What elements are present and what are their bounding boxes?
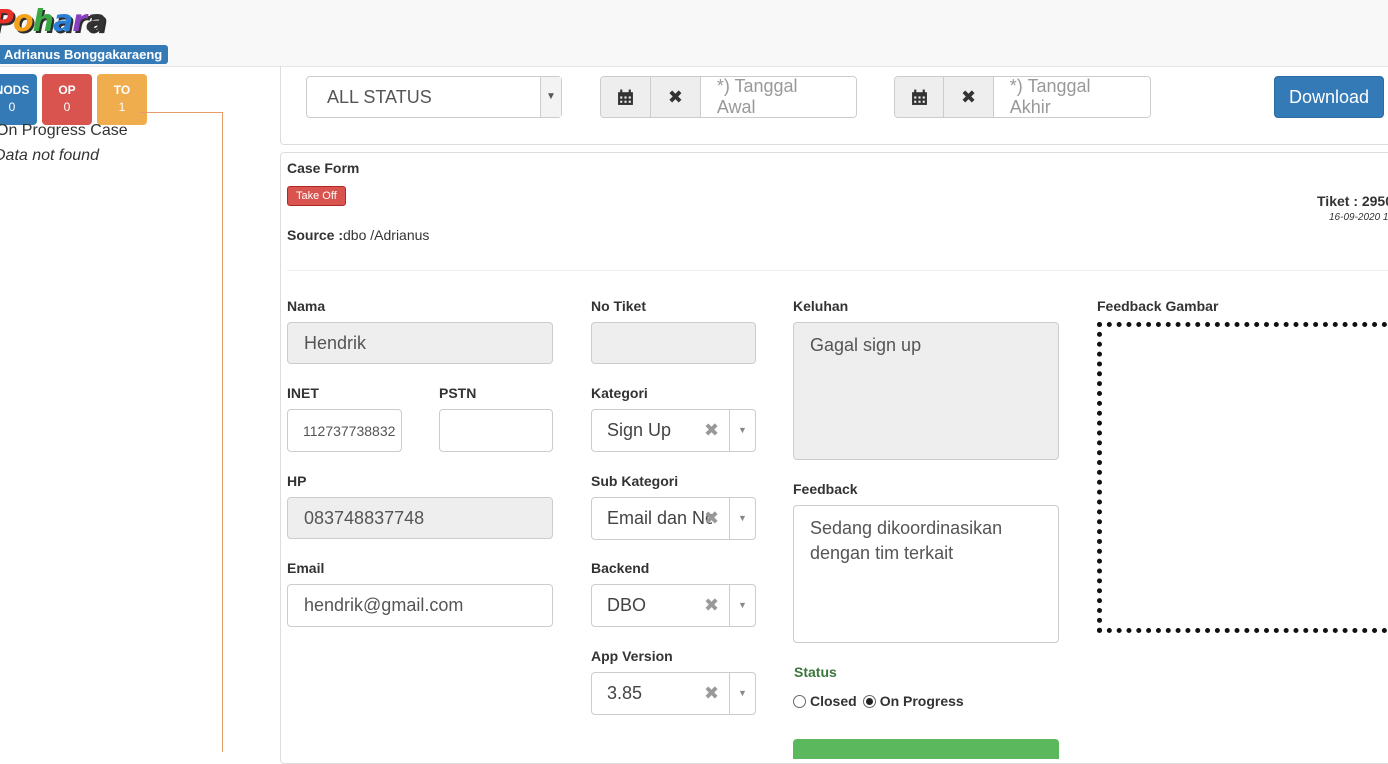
user-badge[interactable]: Adrianus Bonggakaraeng [0, 45, 169, 64]
app-logo[interactable]: Pohara [0, 4, 106, 39]
email-label: Email [287, 560, 325, 576]
sidebar-empty-message: Data not found [0, 147, 99, 164]
email-field[interactable]: hendrik@gmail.com [287, 584, 553, 627]
nama-field[interactable]: Hendrik [287, 322, 553, 364]
feedback-label: Feedback [793, 481, 858, 497]
chevron-down-icon[interactable]: ▼ [729, 498, 755, 539]
status-closed-label[interactable]: Closed [810, 693, 857, 709]
stat-to-label: TO [113, 83, 131, 97]
status-filter-select[interactable]: ALL STATUS ▼ [306, 76, 562, 118]
stat-nods-value: 0 [8, 100, 16, 114]
app-version-select[interactable]: 3.85 ✖ ▼ [591, 672, 756, 715]
stat-nods-label: NODS [0, 83, 30, 97]
no-tiket-field[interactable] [591, 322, 756, 364]
stat-op[interactable]: OP 0 [42, 74, 92, 125]
nama-label: Nama [287, 298, 326, 314]
ticket-number: Tiket : 2950 [1317, 193, 1388, 209]
hp-label: HP [287, 473, 307, 489]
status-on-progress-label[interactable]: On Progress [880, 693, 964, 709]
status-filter-value: ALL STATUS [327, 87, 432, 107]
feedback-image-dropzone[interactable] [1097, 322, 1388, 633]
feedback-gambar-label: Feedback Gambar [1097, 298, 1219, 314]
app-version-label: App Version [591, 648, 673, 664]
kategori-value: Sign Up [607, 420, 672, 440]
status-label: Status [794, 664, 837, 680]
source-label: Source : [287, 227, 344, 243]
sub-kategori-value: Email dan No HP [607, 508, 712, 528]
case-form-title: Case Form [287, 160, 360, 176]
source-info: Source :dbo /Adrianus [287, 227, 429, 243]
end-date-group: ✖ *) Tanggal Akhir [894, 76, 1151, 118]
stat-op-label: OP [58, 83, 76, 97]
stat-to[interactable]: TO 1 [97, 74, 147, 125]
stat-op-value: 0 [63, 100, 71, 114]
clear-icon[interactable]: ✖ [704, 595, 719, 616]
no-tiket-label: No Tiket [591, 298, 646, 314]
keluhan-label: Keluhan [793, 298, 849, 314]
status-on-progress-radio[interactable] [862, 694, 876, 708]
sub-kategori-select[interactable]: Email dan No HP ✖ ▼ [591, 497, 756, 540]
pstn-label: PSTN [439, 385, 477, 401]
kategori-label: Kategori [591, 385, 648, 401]
take-off-badge[interactable]: Take Off [287, 186, 346, 206]
status-radio-group: Closed On Progress [793, 693, 964, 709]
keluhan-textarea[interactable]: Gagal sign up [793, 322, 1059, 460]
status-closed-radio[interactable] [793, 694, 806, 708]
app-version-value: 3.85 [607, 683, 643, 703]
chevron-down-icon[interactable]: ▼ [729, 673, 755, 714]
start-date-group: ✖ *) Tanggal Awal [600, 76, 857, 118]
pstn-field[interactable] [439, 409, 553, 452]
chevron-down-icon[interactable]: ▼ [729, 410, 755, 451]
divider [287, 270, 1388, 271]
calendar-icon[interactable] [895, 77, 945, 117]
source-value: dbo /Adrianus [343, 227, 430, 243]
sidebar-title: On Progress Case [0, 122, 128, 139]
sub-kategori-label: Sub Kategori [591, 473, 679, 489]
hp-field[interactable]: 083748837748 [287, 497, 553, 539]
backend-select[interactable]: DBO ✖ ▼ [591, 584, 756, 627]
backend-label: Backend [591, 560, 650, 576]
chevron-down-icon[interactable]: ▼ [729, 585, 755, 626]
sidebar-border [222, 112, 223, 752]
inet-field[interactable]: 112737738832 [287, 409, 402, 452]
chevron-down-icon: ▼ [540, 77, 561, 117]
sidebar-divider [140, 112, 223, 113]
submit-button[interactable] [793, 739, 1059, 759]
ticket-date: 16-09-2020 1 [1329, 212, 1388, 223]
stat-nods[interactable]: NODS 0 [0, 74, 37, 125]
download-button[interactable]: Download [1274, 76, 1384, 118]
end-date-input[interactable]: *) Tanggal Akhir [993, 77, 1150, 117]
kategori-select[interactable]: Sign Up ✖ ▼ [591, 409, 756, 452]
start-date-input[interactable]: *) Tanggal Awal [700, 77, 856, 117]
clear-date-icon[interactable]: ✖ [650, 77, 701, 117]
calendar-icon[interactable] [601, 77, 651, 117]
inet-label: INET [287, 385, 319, 401]
backend-value: DBO [607, 595, 647, 615]
clear-date-icon[interactable]: ✖ [944, 77, 994, 117]
clear-icon[interactable]: ✖ [704, 683, 719, 704]
clear-icon[interactable]: ✖ [704, 508, 719, 529]
top-navbar: Pohara Adrianus Bonggakaraeng [0, 0, 1388, 67]
clear-icon[interactable]: ✖ [704, 420, 719, 441]
feedback-textarea[interactable]: Sedang dikoordinasikan dengan tim terkai… [793, 505, 1059, 643]
